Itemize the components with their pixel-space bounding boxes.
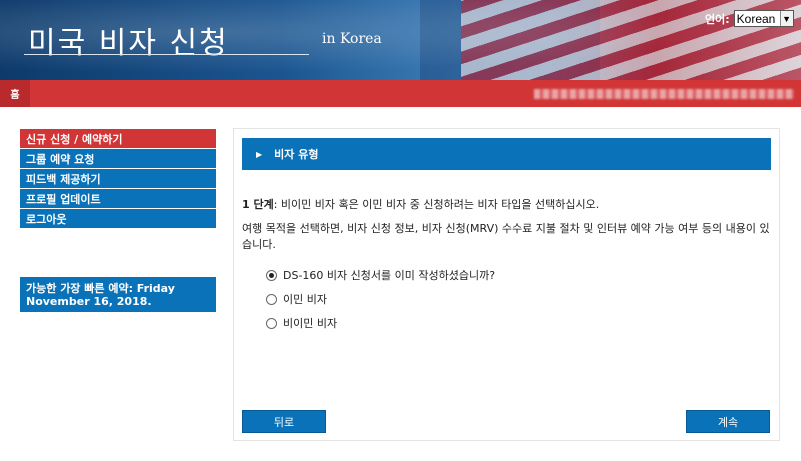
language-select[interactable]: Korean ▼ [733, 10, 794, 27]
radio-immigrant-visa[interactable] [266, 293, 277, 305]
section-header: ▶ 비자 유형 [242, 138, 771, 170]
step-instruction: 1 단계: 비이민 비자 혹은 이민 비자 중 신청하려는 비자 타입을 선택하… [242, 196, 772, 212]
earliest-appointment-box: 가능한 가장 빠른 예약: Friday November 16, 2018. [20, 277, 216, 312]
caret-right-icon: ▶ [256, 149, 263, 159]
sidebar-item-logout[interactable]: 로그아웃 [20, 209, 216, 229]
top-nav-bar: 홈 [0, 80, 801, 107]
option-immigrant-visa[interactable]: 이민 비자 [266, 287, 495, 311]
sidebar-item-new-application[interactable]: 신규 신청 / 예약하기 [20, 129, 216, 149]
step-description: 여행 목적을 선택하면, 비자 신청 정보, 비자 신청(MRV) 수수료 지불… [242, 222, 770, 251]
sidebar-item-feedback[interactable]: 피드백 제공하기 [20, 169, 216, 189]
language-selected-value: Korean [736, 11, 776, 26]
home-link[interactable]: 홈 [0, 80, 30, 107]
radio-ds160[interactable] [266, 269, 277, 281]
radio-nonimmigrant-visa[interactable] [266, 317, 277, 329]
site-title: 미국 비자 신청 [28, 26, 229, 61]
step-text: : 비이민 비자 혹은 이민 비자 중 신청하려는 비자 타입을 선택하십시오. [273, 198, 600, 211]
sidebar-item-update-profile[interactable]: 프로필 업데이트 [20, 189, 216, 209]
sidebar-menu: 신규 신청 / 예약하기 그룹 예약 요청 피드백 제공하기 프로필 업데이트 … [20, 129, 216, 229]
option-label: DS-160 비자 신청서를 이미 작성하셨습니까? [283, 269, 496, 282]
language-label: 언어: [705, 12, 730, 26]
continue-button[interactable]: 계속 [686, 410, 770, 433]
visa-type-options: DS-160 비자 신청서를 이미 작성하셨습니까? 이민 비자 비이민 비자 [266, 263, 495, 335]
back-button[interactable]: 뒤로 [242, 410, 326, 433]
step-label: 1 단계 [242, 198, 274, 211]
sidebar-item-group-appointment[interactable]: 그룹 예약 요청 [20, 149, 216, 169]
option-label: 이민 비자 [283, 293, 327, 306]
option-label: 비이민 비자 [283, 317, 338, 330]
title-underline [24, 54, 309, 55]
chevron-down-icon[interactable]: ▼ [779, 11, 793, 26]
header-banner: 미국 비자 신청 in Korea 언어: Korean ▼ [0, 0, 801, 80]
section-title: 비자 유형 [274, 148, 319, 161]
user-info-redacted [534, 89, 794, 99]
site-subtitle: in Korea [322, 31, 382, 47]
option-ds160[interactable]: DS-160 비자 신청서를 이미 작성하셨습니까? [266, 263, 495, 287]
language-selector-group: 언어: Korean ▼ [705, 10, 794, 27]
main-panel: ▶ 비자 유형 1 단계: 비이민 비자 혹은 이민 비자 중 신청하려는 비자… [233, 128, 780, 441]
option-nonimmigrant-visa[interactable]: 비이민 비자 [266, 311, 495, 335]
